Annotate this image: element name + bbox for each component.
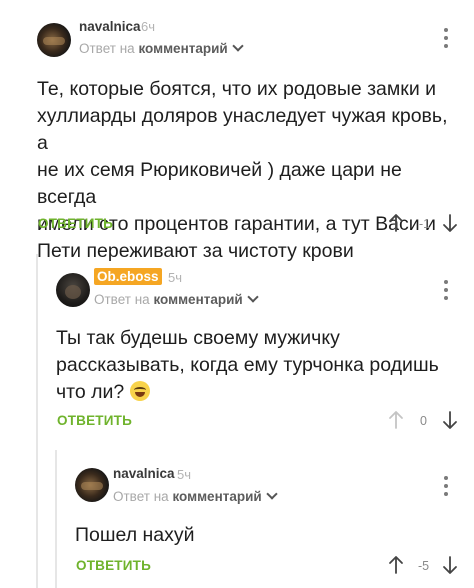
more-options-icon[interactable] (444, 476, 448, 496)
reply-button[interactable]: ОТВЕТИТЬ (76, 558, 151, 573)
upvote-icon[interactable] (388, 555, 404, 575)
rating-value: -1 (419, 217, 431, 231)
chevron-down-icon (232, 40, 244, 52)
avatar[interactable] (56, 273, 90, 307)
reply-to-target: комментарий (172, 489, 262, 504)
reply-to-link[interactable]: Ответ на комментарий (79, 40, 244, 56)
comment-text-line: Ты так будешь своему мужичку (56, 327, 340, 349)
upvote-icon[interactable] (388, 213, 404, 233)
chevron-down-icon (247, 291, 259, 303)
comment-text-line: не их семя Рюриковичей ) даже цари не вс… (37, 159, 402, 208)
comment-time: 5ч (177, 467, 192, 482)
reply-to-link[interactable]: Ответ на комментарий (113, 488, 278, 504)
comment-text: Ты так будешь своему мужичку рассказыват… (56, 325, 456, 406)
comment-text-line: Пети переживают за чистоту крови (37, 240, 354, 262)
thread-line-level-1 (36, 254, 38, 588)
comment-text-line: рассказывать, когда ему турчонка родишь (56, 354, 439, 376)
comment-text-line: что ли? (56, 379, 456, 406)
comment-author[interactable]: navalnica (113, 466, 175, 481)
comment-text: Пошел нахуй (75, 522, 455, 549)
more-options-icon[interactable] (444, 280, 448, 300)
reply-button[interactable]: ОТВЕТИТЬ (57, 413, 132, 428)
comment-text-line: Те, которые боятся, что их родовые замки… (37, 78, 437, 100)
comment-author[interactable]: Ob.eboss (94, 268, 162, 285)
rating-value: 0 (420, 414, 427, 428)
rating-value: -5 (418, 559, 430, 573)
more-options-icon[interactable] (444, 28, 448, 48)
comment-time: 6ч (141, 19, 156, 34)
downvote-icon[interactable] (442, 410, 458, 430)
thread-line-level-2 (55, 450, 57, 588)
comment-text: Те, которые боятся, что их родовые замки… (37, 76, 457, 265)
grinning-sweat-emoji-icon (129, 381, 150, 401)
reply-to-target: комментарий (138, 41, 228, 56)
downvote-icon[interactable] (442, 555, 458, 575)
downvote-icon[interactable] (442, 213, 458, 233)
reply-to-target: комментарий (153, 292, 243, 307)
comment-text-line: хуллиарды доляров унаследует чужая кровь… (37, 105, 448, 154)
chevron-down-icon (266, 488, 278, 500)
avatar[interactable] (75, 468, 109, 502)
reply-to-prefix: Ответ на (79, 41, 135, 56)
reply-button[interactable]: ОТВЕТИТЬ (38, 216, 113, 231)
comment-text-line-content: что ли? (56, 381, 125, 403)
avatar[interactable] (37, 23, 71, 57)
comment-time: 5ч (168, 270, 183, 285)
reply-to-prefix: Ответ на (113, 489, 169, 504)
comment-text-line: Пошел нахуй (75, 524, 195, 546)
reply-to-link[interactable]: Ответ на комментарий (94, 291, 259, 307)
reply-to-prefix: Ответ на (94, 292, 150, 307)
upvote-icon[interactable] (388, 410, 404, 430)
comment-author[interactable]: navalnica (79, 19, 141, 34)
